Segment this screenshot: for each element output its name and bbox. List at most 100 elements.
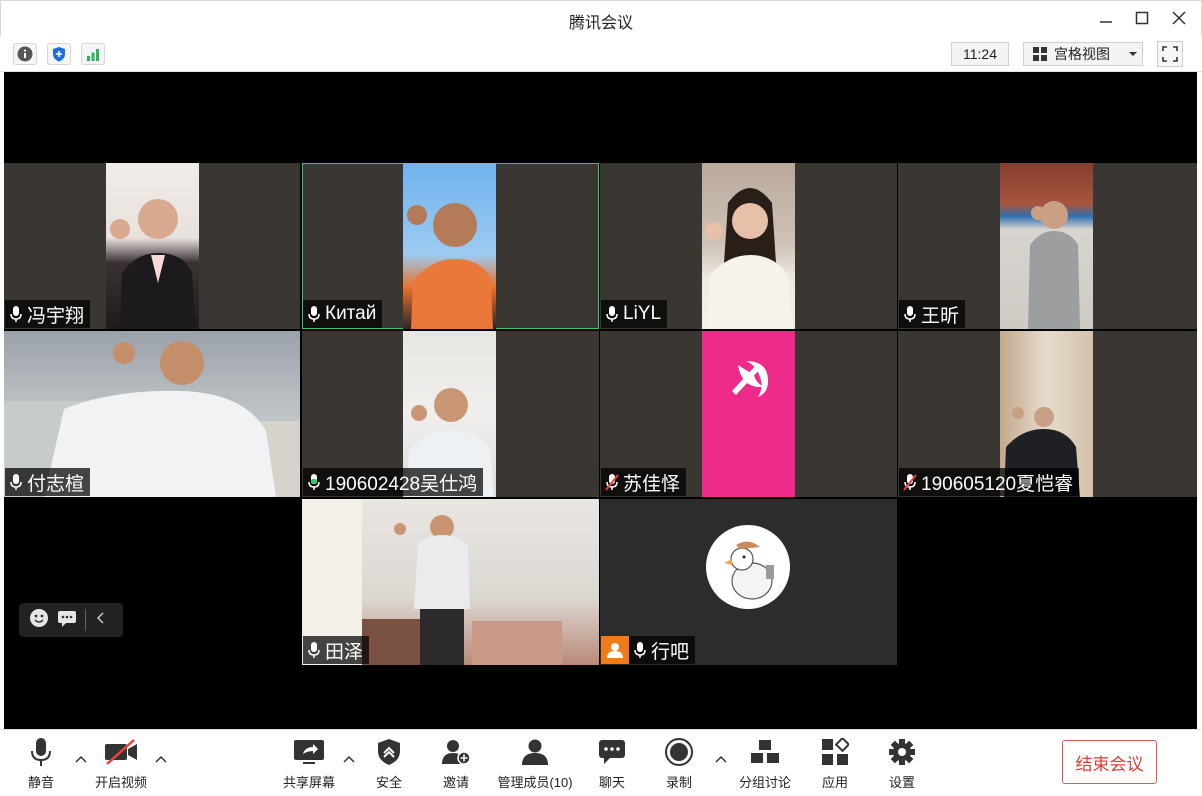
breakout-rooms-icon	[751, 740, 779, 763]
participant-tile[interactable]: 付志楦	[4, 331, 300, 497]
participant-name-tag: 冯宇翔	[5, 300, 91, 328]
share-screen-button[interactable]: 共享屏幕	[272, 736, 346, 792]
meeting-info-bar: 11:24 宫格视图	[0, 36, 1202, 72]
participant-name-tag: 190605120夏恺睿	[899, 468, 1080, 496]
share-screen-icon	[294, 740, 324, 764]
participant-name-tag: 行吧	[601, 636, 696, 664]
participant-name-tag: 王昕	[899, 300, 966, 328]
participant-tile-active-speaker[interactable]: Китай	[302, 163, 599, 329]
participant-tile[interactable]: 苏佳怿	[600, 331, 897, 497]
chat-button[interactable]: 聊天	[575, 736, 649, 792]
chat-bubble-icon	[599, 740, 625, 764]
info-icon	[17, 46, 33, 62]
minimize-button[interactable]	[1094, 7, 1118, 29]
smiley-icon	[30, 608, 48, 627]
quick-chat-button[interactable]	[57, 608, 77, 633]
members-icon	[522, 739, 548, 765]
chat-bubble-icon	[58, 610, 76, 627]
participant-video	[403, 163, 496, 329]
gear-icon	[889, 739, 915, 765]
collapse-reactions-button[interactable]	[94, 611, 108, 630]
layout-label: 宫格视图	[1054, 46, 1110, 62]
layout-switch-button[interactable]: 宫格视图	[1023, 42, 1143, 66]
settings-label: 设置	[888, 775, 915, 790]
security-status-button[interactable]	[47, 43, 71, 65]
participant-name-tag: LiYL	[601, 300, 668, 328]
meeting-info-button[interactable]	[13, 43, 37, 65]
record-options-button[interactable]	[714, 752, 728, 766]
participant-name: 190602428吴仕鸿	[325, 473, 478, 495]
mute-button[interactable]: 静音	[4, 736, 78, 792]
microphone-icon	[902, 304, 918, 324]
microphone-muted-icon	[604, 472, 620, 492]
record-icon	[665, 738, 693, 766]
fullscreen-button[interactable]	[1157, 41, 1183, 67]
host-badge-icon	[601, 636, 629, 664]
participant-tile[interactable]: LiYL	[600, 163, 897, 329]
participant-tile[interactable]: 冯宇翔	[4, 163, 300, 329]
participant-name-tag: 190602428吴仕鸿	[303, 468, 484, 496]
signal-bars-icon	[87, 49, 99, 61]
participant-video	[702, 331, 795, 497]
avatar	[706, 525, 790, 609]
meeting-clock: 11:24	[951, 42, 1009, 66]
microphone-icon	[604, 304, 620, 324]
participant-name: 付志楦	[27, 473, 85, 495]
add-user-icon	[442, 740, 471, 765]
participant-name: LiYL	[623, 303, 662, 324]
participant-tile[interactable]: 190602428吴仕鸿	[302, 331, 599, 497]
apps-grid-icon	[822, 738, 849, 765]
microphone-icon	[8, 472, 24, 492]
close-icon	[1172, 11, 1186, 25]
video-grid: 冯宇翔 Китай LiYL 王昕 付志楦 190602428吴仕鸿 苏佳怿 1…	[4, 72, 1197, 729]
chevron-left-icon	[96, 611, 104, 624]
participant-name-tag: Китай	[303, 300, 383, 328]
emoji-reaction-button[interactable]	[29, 608, 49, 633]
participant-name-tag: 苏佳怿	[601, 468, 687, 496]
participant-tile[interactable]: 行吧	[600, 499, 897, 665]
security-button[interactable]: 安全	[352, 736, 426, 792]
fullscreen-icon	[1162, 46, 1178, 62]
video-options-button[interactable]	[154, 752, 168, 766]
invite-label: 邀请	[442, 775, 469, 790]
share-label: 共享屏幕	[282, 775, 335, 790]
manage-members-button[interactable]: 管理成员(10)	[496, 736, 574, 792]
chat-label: 聊天	[598, 775, 625, 790]
breakout-rooms-button[interactable]: 分组讨论	[728, 736, 802, 792]
breakout-label: 分组讨论	[738, 775, 791, 790]
invite-button[interactable]: 邀请	[419, 736, 493, 792]
participant-tile[interactable]: 王昕	[898, 163, 1197, 329]
participant-name-tag: 付志楦	[5, 468, 91, 496]
record-label: 录制	[665, 775, 692, 790]
microphone-speaking-icon	[306, 472, 322, 492]
dropdown-arrow-icon	[1129, 52, 1137, 56]
divider	[85, 609, 86, 631]
start-video-button[interactable]: 开启视频	[84, 736, 158, 792]
participant-name: 王昕	[921, 305, 960, 327]
title-bar: 腾讯会议	[0, 0, 1202, 36]
microphone-icon	[632, 640, 648, 660]
shield-icon	[53, 47, 65, 62]
settings-button[interactable]: 设置	[865, 736, 939, 792]
person-silhouette	[705, 188, 792, 329]
participant-tile[interactable]: 田泽	[302, 499, 599, 665]
meeting-toolbar: 静音 开启视频 共享屏幕 安全 邀请 管理成员(10) 聊天 录制 分组讨论 应…	[0, 729, 1202, 796]
person-silhouette	[110, 199, 196, 329]
apps-button[interactable]: 应用	[798, 736, 872, 792]
participant-tile[interactable]: 190605120夏恺睿	[898, 331, 1197, 497]
participant-name: Китай	[325, 303, 377, 324]
microphone-icon	[31, 738, 51, 766]
participant-name: 190605120夏恺睿	[921, 473, 1074, 495]
security-label: 安全	[375, 775, 402, 790]
person-silhouette	[407, 203, 493, 329]
goose-avatar-icon	[724, 541, 774, 600]
record-button[interactable]: 录制	[642, 736, 716, 792]
end-meeting-button[interactable]: 结束会议	[1062, 740, 1157, 784]
participant-name: 苏佳怿	[623, 473, 681, 495]
video-label: 开启视频	[94, 775, 147, 790]
close-button[interactable]	[1167, 7, 1191, 29]
microphone-icon	[306, 640, 322, 660]
grid-layout-icon	[1033, 47, 1047, 61]
maximize-button[interactable]	[1130, 7, 1154, 29]
network-status-button[interactable]	[81, 43, 105, 65]
